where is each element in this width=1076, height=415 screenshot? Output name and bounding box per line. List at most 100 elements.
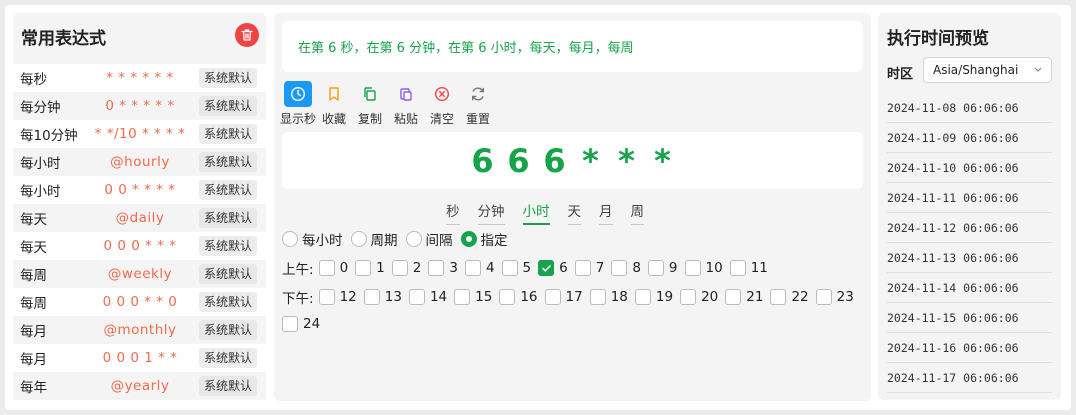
hour-checkbox[interactable]: 19 (634, 289, 673, 305)
checkbox[interactable] (684, 260, 701, 276)
checkbox[interactable] (815, 289, 832, 305)
radio-button[interactable] (282, 231, 298, 247)
hour-checkbox[interactable]: 20 (680, 289, 718, 305)
checkbox[interactable] (391, 260, 408, 276)
checkbox[interactable] (770, 289, 787, 305)
hour-checkbox[interactable]: 14 (408, 289, 447, 305)
checkbox[interactable] (501, 260, 518, 276)
expression-name: 每秒 (20, 72, 47, 88)
hour-checkbox[interactable]: 23 (815, 289, 854, 305)
expression-row[interactable]: 每分钟 0 * * * * * 系统默认 (13, 92, 266, 120)
hour-checkbox[interactable]: 2 (391, 260, 421, 276)
hour-label: 23 (836, 289, 854, 305)
hour-label: 7 (595, 260, 605, 276)
hour-checkbox[interactable]: 5 (501, 260, 532, 276)
am-label: 上午: (282, 262, 314, 278)
expression-row[interactable]: 每年 @yearly 系统默认 (13, 372, 266, 400)
checkbox[interactable] (318, 289, 335, 305)
checkbox[interactable] (499, 289, 516, 305)
hour-checkbox[interactable]: 3 (428, 260, 458, 276)
radio-button[interactable] (350, 231, 367, 247)
hour-checkbox[interactable]: 4 (464, 260, 495, 276)
delete-button[interactable] (235, 23, 259, 47)
hour-checkbox[interactable]: 22 (770, 289, 809, 305)
hour-checkbox[interactable]: 16 (499, 289, 538, 305)
checkbox[interactable] (589, 289, 606, 305)
system-default-tag: 系统默认 (199, 124, 258, 144)
hour-checkbox[interactable]: 1 (355, 260, 385, 276)
hour-label: 1 (376, 260, 385, 276)
hour-checkbox[interactable]: 11 (729, 260, 768, 276)
checkbox[interactable] (538, 260, 555, 276)
hour-checkbox[interactable]: 17 (544, 289, 583, 305)
expression-row[interactable]: 每天 @daily 系统默认 (13, 204, 266, 232)
expression-row[interactable]: 每周 @weekly 系统默认 (13, 260, 266, 288)
favorite-button[interactable]: 收藏 (316, 81, 352, 127)
show-seconds-label: 显示秒 (280, 112, 317, 126)
checkbox[interactable] (729, 260, 746, 276)
reset-button[interactable]: 重置 (460, 81, 496, 127)
tab-3[interactable]: 天 (567, 200, 581, 225)
hour-checkbox[interactable]: 15 (454, 289, 492, 305)
checkbox[interactable] (611, 260, 628, 276)
timezone-label: 时区 (887, 67, 914, 82)
checkbox[interactable] (408, 289, 425, 305)
checkbox[interactable] (318, 260, 335, 276)
expression-row[interactable]: 每周 0 0 0 * * 0 系统默认 (13, 288, 266, 316)
checkbox[interactable] (428, 260, 445, 276)
hour-checkbox[interactable]: 18 (589, 289, 628, 305)
hour-checkbox[interactable]: 9 (647, 260, 678, 276)
checkbox[interactable] (454, 289, 471, 305)
tab-4[interactable]: 月 (599, 200, 613, 225)
checkbox[interactable] (464, 260, 481, 276)
expression-row[interactable]: 每秒 * * * * * * 系统默认 (13, 64, 266, 92)
expression-row[interactable]: 每月 0 0 0 1 * * 系统默认 (13, 344, 266, 372)
checkbox[interactable] (680, 289, 697, 305)
clear-button[interactable]: 清空 (424, 81, 460, 127)
tab-5[interactable]: 周 (630, 200, 644, 225)
tab-1[interactable]: 分钟 (477, 200, 505, 225)
checkbox[interactable] (725, 289, 742, 305)
paste-icon (400, 88, 412, 101)
checkbox[interactable] (544, 289, 561, 305)
hour-checkbox[interactable]: 12 (318, 289, 357, 305)
mode-radio[interactable]: 周期 (350, 229, 398, 249)
hour-checkbox[interactable]: 13 (363, 289, 402, 305)
checkbox[interactable] (355, 260, 372, 276)
expression-row[interactable]: 每10分钟 * */10 * * * * 系统默认 (13, 120, 266, 148)
hour-checkbox[interactable]: 0 (318, 260, 348, 276)
expression-value: 0 0 0 * * * (103, 238, 177, 254)
execution-preview-panel: 执行时间预览 时区 Asia/Shanghai 2024-11-08 06:06… (878, 13, 1061, 400)
timezone-select[interactable]: Asia/Shanghai (923, 57, 1052, 83)
hour-checkbox[interactable]: 10 (684, 260, 723, 276)
hour-checkbox[interactable]: 8 (611, 260, 641, 276)
cron-expression-display: 6 6 6 * * * (282, 132, 863, 189)
system-default-tag: 系统默认 (199, 264, 258, 284)
show-seconds-button[interactable]: 显示秒 (280, 81, 316, 127)
checkbox[interactable] (634, 289, 651, 305)
checkbox[interactable] (647, 260, 664, 276)
cron-part: * (618, 141, 635, 180)
hour-checkbox[interactable]: 7 (574, 260, 605, 276)
paste-button[interactable]: 粘贴 (388, 81, 424, 127)
execution-time: 2024-11-14 06:06:06 (887, 273, 1052, 303)
mode-radio[interactable]: 间隔 (405, 229, 453, 249)
hour-label: 5 (522, 260, 532, 276)
tab-0[interactable]: 秒 (446, 200, 460, 225)
checkbox[interactable] (282, 316, 298, 332)
mode-radio[interactable]: 每小时 (282, 229, 343, 249)
tab-2[interactable]: 小时 (522, 200, 550, 225)
hour-checkbox[interactable]: 6 (538, 260, 568, 276)
expression-row[interactable]: 每小时 0 0 * * * * 系统默认 (13, 176, 266, 204)
checkbox[interactable] (574, 260, 591, 276)
expression-row[interactable]: 每月 @monthly 系统默认 (13, 316, 266, 344)
radio-button[interactable] (405, 231, 422, 247)
checkbox[interactable] (363, 289, 380, 305)
radio-button[interactable] (460, 231, 477, 247)
copy-button[interactable]: 复制 (352, 81, 388, 127)
expression-row[interactable]: 每天 0 0 0 * * * 系统默认 (13, 232, 266, 260)
mode-radio[interactable]: 指定 (460, 229, 508, 249)
hour-checkbox[interactable]: 24 (282, 316, 320, 332)
hour-checkbox[interactable]: 21 (725, 289, 763, 305)
expression-row[interactable]: 每小时 @hourly 系统默认 (13, 148, 266, 176)
